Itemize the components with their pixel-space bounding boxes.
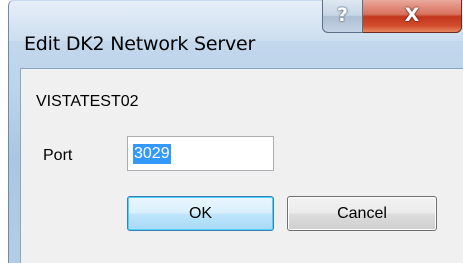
- caption-buttons: ? X: [322, 0, 462, 37]
- port-label: Port: [43, 147, 73, 164]
- window-title: Edit DK2 Network Server: [24, 33, 256, 55]
- cancel-button[interactable]: Cancel: [287, 196, 437, 231]
- server-name-label: VISTATEST02: [36, 93, 139, 110]
- port-value-selected: 3029: [133, 144, 171, 164]
- help-icon: ?: [336, 4, 349, 26]
- help-button[interactable]: ?: [322, 0, 363, 33]
- dialog-window: Edit DK2 Network Server ? X VISTATEST02 …: [0, 0, 463, 263]
- port-input[interactable]: 3029: [127, 136, 274, 171]
- close-button[interactable]: X: [363, 0, 462, 33]
- ok-button[interactable]: OK: [127, 196, 274, 231]
- close-icon: X: [404, 4, 420, 26]
